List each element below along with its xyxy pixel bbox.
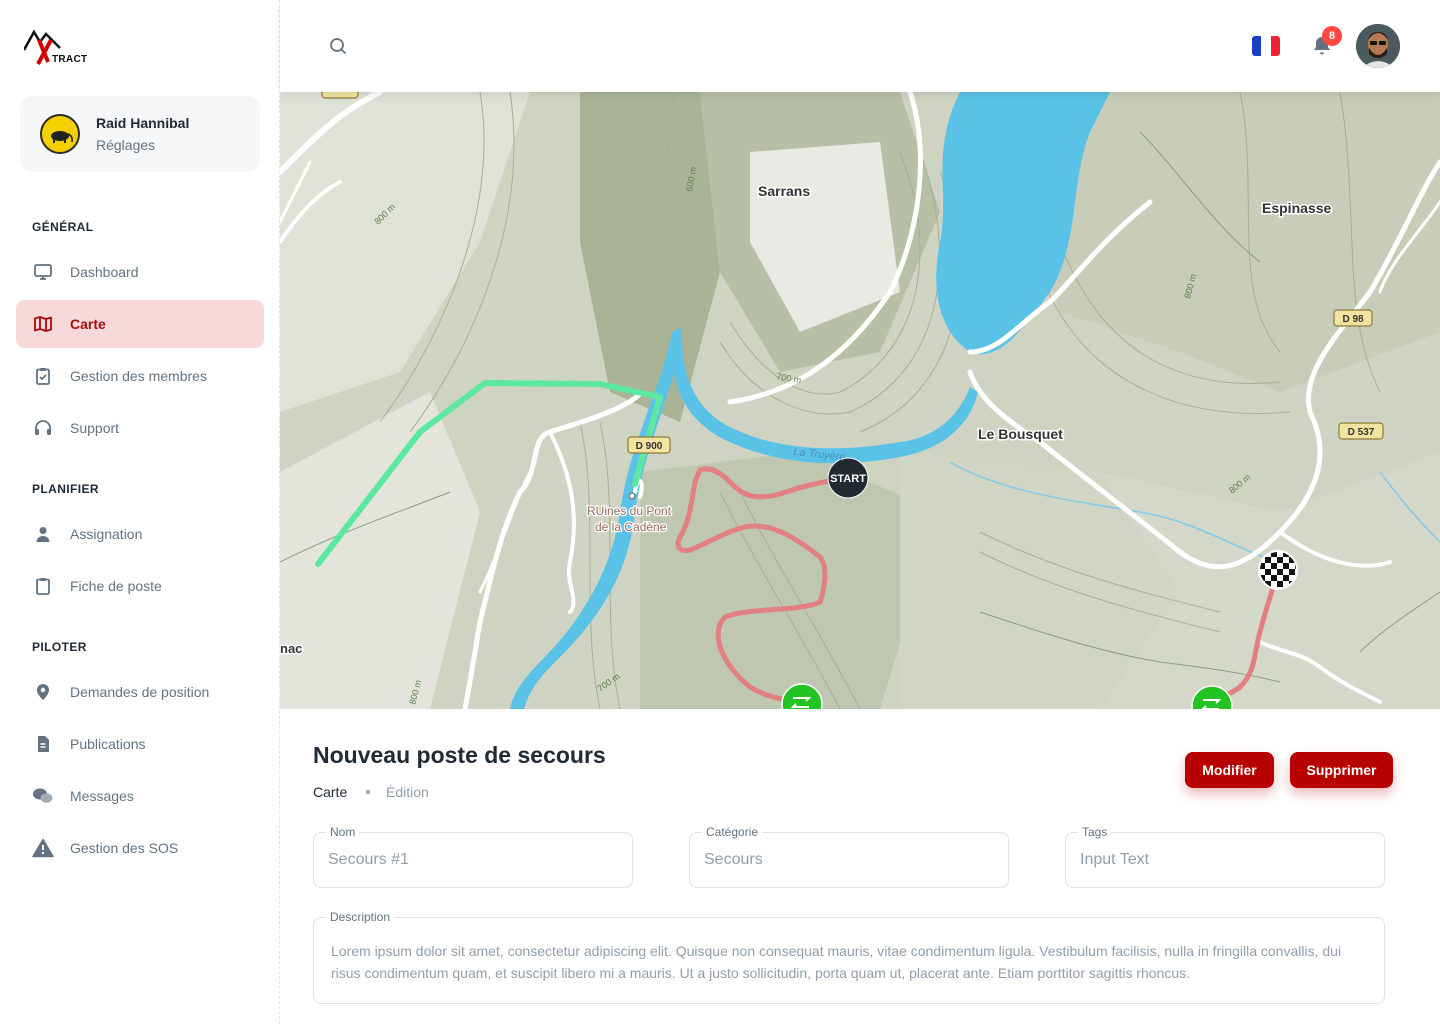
name-field-value: Secours #1 (328, 851, 409, 868)
map-icon (32, 313, 54, 335)
sidebar-item-dashboard[interactable]: Dashboard (16, 248, 264, 296)
sidebar-item-position-requests[interactable]: Demandes de position (16, 668, 264, 716)
organization-settings-link[interactable]: Réglages (96, 137, 155, 153)
logo-text: TRACT (52, 54, 88, 65)
search-icon[interactable] (328, 36, 348, 56)
chat-bubbles-icon (32, 785, 54, 807)
monitor-icon (32, 261, 54, 283)
section-title-planifier: PLANIFIER (32, 482, 99, 496)
section-title-piloter: PILOTER (32, 640, 87, 654)
headset-icon (32, 417, 54, 439)
sidebar-item-label: Support (70, 420, 120, 436)
sidebar-item-fiche-de-poste[interactable]: Fiche de poste (16, 562, 264, 610)
document-icon (32, 733, 54, 755)
map-label-ruines-line1: RUines du Pont (587, 504, 672, 518)
name-field-label: Nom (326, 825, 360, 839)
map-label-sarrans: Sarrans (758, 183, 810, 199)
sidebar-item-label: Assignation (70, 526, 143, 542)
description-field[interactable]: Description Lorem ipsum dolor sit amet, … (313, 910, 1385, 1004)
sidebar-item-label: Gestion des SOS (70, 840, 179, 856)
delete-button[interactable]: Supprimer (1290, 752, 1393, 788)
user-avatar[interactable] (1356, 24, 1400, 68)
user-icon (32, 523, 54, 545)
clipboard-icon (32, 575, 54, 597)
edit-button[interactable]: Modifier (1185, 752, 1274, 788)
map-label-espinasse: Espinasse (1262, 200, 1331, 216)
sidebar-item-label: Carte (70, 316, 106, 332)
organization-card[interactable]: Raid Hannibal Réglages (20, 96, 260, 172)
map-label-le-bousquet: Le Bousquet (978, 426, 1063, 442)
road-label-d98: D 98 (1342, 314, 1364, 325)
category-field-value: Secours (704, 851, 763, 868)
sidebar-item-label: Messages (70, 788, 134, 804)
language-flag-icon[interactable] (1252, 36, 1280, 56)
sidebar-item-label: Fiche de poste (70, 578, 162, 594)
description-field-value: Lorem ipsum dolor sit amet, consectetur … (331, 943, 1342, 981)
sidebar-item-support[interactable]: Support (16, 404, 264, 452)
breadcrumb-edition: Édition (386, 784, 429, 800)
map-label-ruines-line2: de la Cadène (595, 520, 667, 534)
map-view[interactable]: Sarrans Espinasse Le Bousquet RUines du … (280, 92, 1440, 709)
tags-field[interactable]: Tags Input Text (1065, 825, 1385, 888)
map-label-edge: nac (280, 641, 302, 656)
notification-badge: 8 (1322, 26, 1342, 46)
description-field-label: Description (326, 910, 395, 924)
sidebar-item-label: Publications (70, 736, 146, 752)
category-field[interactable]: Catégorie Secours (689, 825, 1009, 888)
warning-icon (32, 837, 54, 859)
sidebar-item-messages[interactable]: Messages (16, 772, 264, 820)
sidebar-item-label: Dashboard (70, 264, 139, 280)
sidebar-item-label: Gestion des membres (70, 368, 207, 384)
name-field[interactable]: Nom Secours #1 (313, 825, 633, 888)
category-field-label: Catégorie (702, 825, 763, 839)
section-title-general: GÉNÉRAL (32, 220, 94, 234)
top-header: 8 (280, 0, 1440, 92)
breadcrumb-separator (366, 790, 370, 794)
clipboard-check-icon (32, 365, 54, 387)
organization-avatar (40, 114, 80, 154)
breadcrumb-carte[interactable]: Carte (313, 784, 347, 800)
sidebar: TRACT Raid Hannibal Réglages GÉNÉRAL Das… (0, 0, 280, 1024)
sidebar-item-publications[interactable]: Publications (16, 720, 264, 768)
start-marker[interactable]: START (830, 473, 866, 485)
sidebar-item-label: Demandes de position (70, 684, 210, 700)
tags-field-value: Input Text (1080, 851, 1150, 868)
sidebar-item-carte[interactable]: Carte (16, 300, 264, 348)
organization-name: Raid Hannibal (96, 115, 190, 131)
tags-field-label: Tags (1078, 825, 1112, 839)
road-label-d900: D 900 (636, 441, 663, 452)
page-title: Nouveau poste de secours (313, 742, 606, 768)
sidebar-item-sos[interactable]: Gestion des SOS (16, 824, 264, 872)
road-label-d537: D 537 (1348, 427, 1375, 438)
location-pin-icon (32, 681, 54, 703)
sidebar-item-members[interactable]: Gestion des membres (16, 352, 264, 400)
sidebar-item-assignation[interactable]: Assignation (16, 510, 264, 558)
